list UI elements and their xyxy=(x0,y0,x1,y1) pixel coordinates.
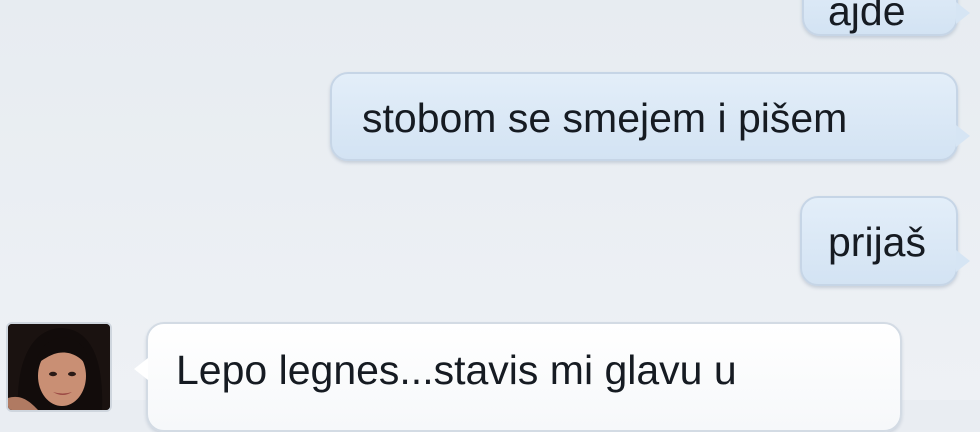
contact-photo-icon xyxy=(8,324,110,410)
message-text: Lepo legnes...stavis mi glavu u xyxy=(176,347,737,393)
message-thread[interactable]: ajde stobom se smejem i pišem prijaš Lep… xyxy=(0,0,980,432)
outgoing-message-bubble[interactable]: prijaš xyxy=(800,196,970,286)
contact-avatar[interactable] xyxy=(6,322,112,412)
outgoing-message-bubble[interactable]: stobom se smejem i pišem xyxy=(330,72,970,161)
message-text: prijaš xyxy=(828,219,926,265)
outgoing-message-bubble[interactable]: ajde xyxy=(802,0,970,36)
incoming-message-bubble[interactable]: Lepo legnes...stavis mi glavu u xyxy=(134,322,902,432)
message-text: ajde xyxy=(828,0,906,34)
message-text: stobom se smejem i pišem xyxy=(362,95,848,141)
